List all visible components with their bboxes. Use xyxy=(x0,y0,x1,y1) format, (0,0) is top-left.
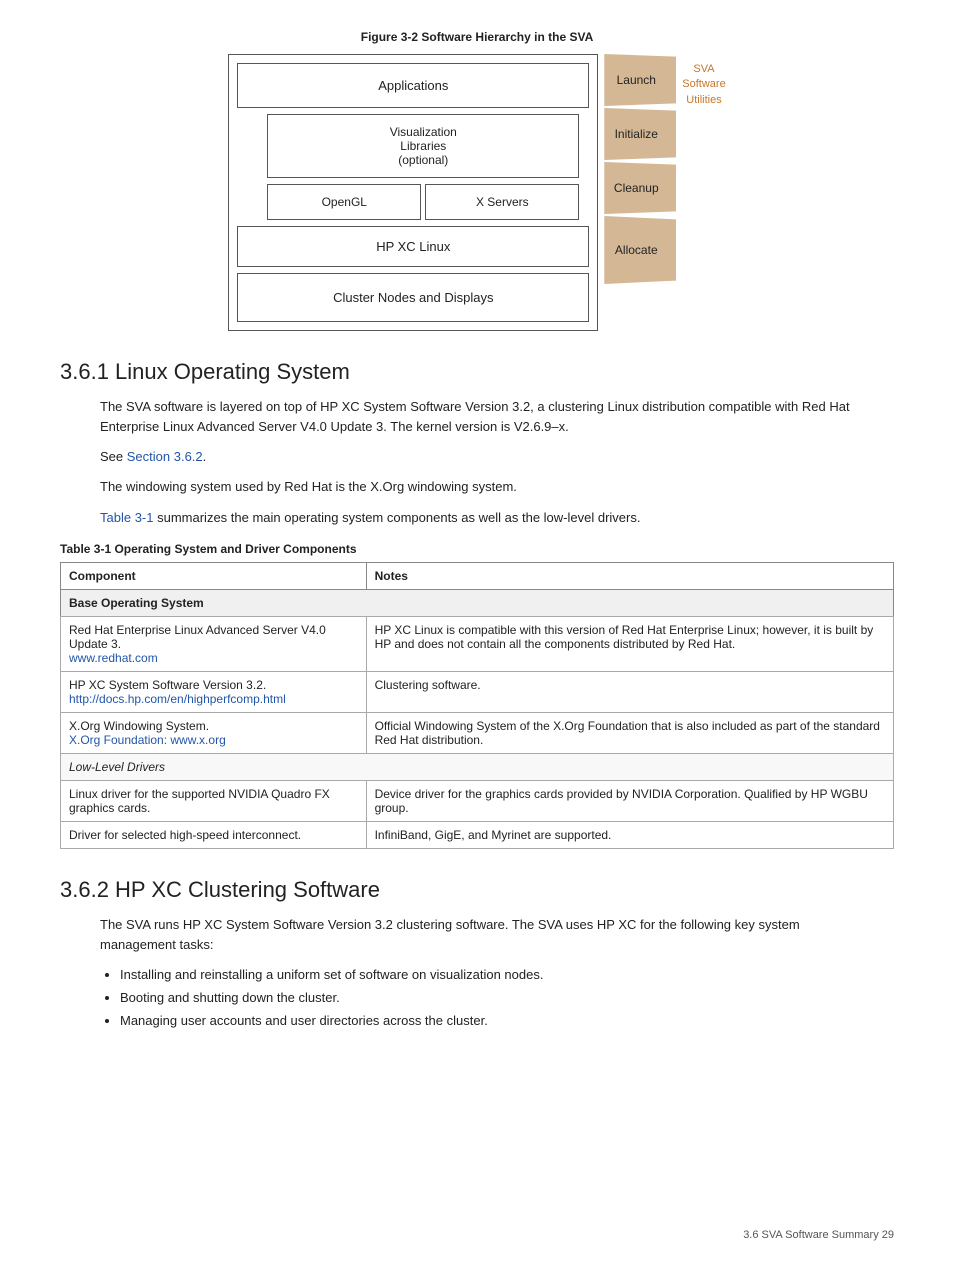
list-item: Installing and reinstalling a uniform se… xyxy=(120,965,894,986)
trap-allocate: Allocate xyxy=(596,216,676,284)
sva-label-col: SVA Software Utilities xyxy=(682,54,725,108)
trap-launch: Launch xyxy=(596,54,676,106)
layer-viz: Visualization Libraries (optional) xyxy=(267,114,579,178)
table-cell-component-4: Linux driver for the supported NVIDIA Qu… xyxy=(61,780,367,821)
table-row: Red Hat Enterprise Linux Advanced Server… xyxy=(61,616,894,671)
layer-xservers: X Servers xyxy=(425,184,579,220)
xorg-link[interactable]: X.Org Foundation: www.x.org xyxy=(69,733,226,747)
table-header-component: Component xyxy=(61,562,367,589)
table-title: Table 3-1 Operating System and Driver Co… xyxy=(60,542,894,556)
table-section-base: Base Operating System xyxy=(61,589,894,616)
section-362-bullets: Installing and reinstalling a uniform se… xyxy=(120,965,894,1031)
list-item: Booting and shutting down the cluster. xyxy=(120,988,894,1009)
table-cell-component-1: Red Hat Enterprise Linux Advanced Server… xyxy=(61,616,367,671)
section-361-para3: The windowing system used by Red Hat is … xyxy=(100,477,874,497)
sva-label: SVA Software Utilities xyxy=(682,62,725,108)
table-section-lowlevel: Low-Level Drivers xyxy=(61,753,894,780)
section-361-heading: 3.6.1 Linux Operating System xyxy=(60,359,894,385)
trap-cleanup: Cleanup xyxy=(596,162,676,214)
section-362-heading: 3.6.2 HP XC Clustering Software xyxy=(60,877,894,903)
layer-applications: Applications xyxy=(237,63,589,108)
table-row: HP XC System Software Version 3.2. http:… xyxy=(61,671,894,712)
table-section-base-label: Base Operating System xyxy=(61,589,894,616)
table-row: X.Org Windowing System. X.Org Foundation… xyxy=(61,712,894,753)
section-361-para2: See Section 3.6.2. xyxy=(100,447,874,467)
figure-diagram: Applications Visualization Libraries (op… xyxy=(228,54,725,331)
table-cell-notes-4: Device driver for the graphics cards pro… xyxy=(366,780,893,821)
table-cell-component-2: HP XC System Software Version 3.2. http:… xyxy=(61,671,367,712)
hp-docs-link[interactable]: http://docs.hp.com/en/highperfcomp.html xyxy=(69,692,286,706)
layer-hpxclinux: HP XC Linux xyxy=(237,226,589,267)
section-362-para: The SVA runs HP XC System Software Versi… xyxy=(100,915,874,955)
table-3-1-link[interactable]: Table 3-1 xyxy=(100,510,153,525)
hierarchy-box: Applications Visualization Libraries (op… xyxy=(228,54,598,331)
section-362-link[interactable]: Section 3.6.2 xyxy=(127,449,203,464)
section-361-para4: Table 3-1 summarizes the main operating … xyxy=(100,508,874,528)
table-cell-notes-1: HP XC Linux is compatible with this vers… xyxy=(366,616,893,671)
figure-title: Figure 3-2 Software Hierarchy in the SVA xyxy=(60,30,894,44)
table-cell-notes-5: InfiniBand, GigE, and Myrinet are suppor… xyxy=(366,821,893,848)
table-cell-component-5: Driver for selected high-speed interconn… xyxy=(61,821,367,848)
table-cell-notes-2: Clustering software. xyxy=(366,671,893,712)
layer-cluster: Cluster Nodes and Displays xyxy=(237,273,589,322)
page-footer: 3.6 SVA Software Summary 29 xyxy=(743,1229,894,1241)
table-row: Driver for selected high-speed interconn… xyxy=(61,821,894,848)
layer-opengl: OpenGL xyxy=(267,184,421,220)
table-cell-component-3: X.Org Windowing System. X.Org Foundation… xyxy=(61,712,367,753)
table-section-lowlevel-label: Low-Level Drivers xyxy=(61,753,894,780)
section-361-para4-text: summarizes the main operating system com… xyxy=(157,510,640,525)
layer-opengl-xservers: OpenGL X Servers xyxy=(267,184,579,220)
list-item: Managing user accounts and user director… xyxy=(120,1011,894,1032)
table-cell-notes-3: Official Windowing System of the X.Org F… xyxy=(366,712,893,753)
table-header-notes: Notes xyxy=(366,562,893,589)
table-row: Linux driver for the supported NVIDIA Qu… xyxy=(61,780,894,821)
trap-initialize: Initialize xyxy=(596,108,676,160)
operating-system-table: Component Notes Base Operating System Re… xyxy=(60,562,894,849)
trapezoid-col: Launch Initialize Cleanup Allocate xyxy=(596,54,676,284)
section-361-para1: The SVA software is layered on top of HP… xyxy=(100,397,874,437)
right-panel: Launch Initialize Cleanup Allocate SVA S… xyxy=(598,54,725,284)
redhat-link[interactable]: www.redhat.com xyxy=(69,651,158,665)
